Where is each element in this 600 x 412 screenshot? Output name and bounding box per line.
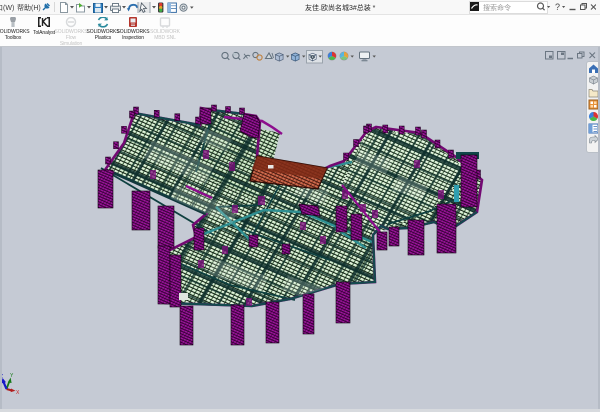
svg-text:Y: Y (10, 373, 14, 379)
svg-text:X: X (16, 390, 20, 396)
